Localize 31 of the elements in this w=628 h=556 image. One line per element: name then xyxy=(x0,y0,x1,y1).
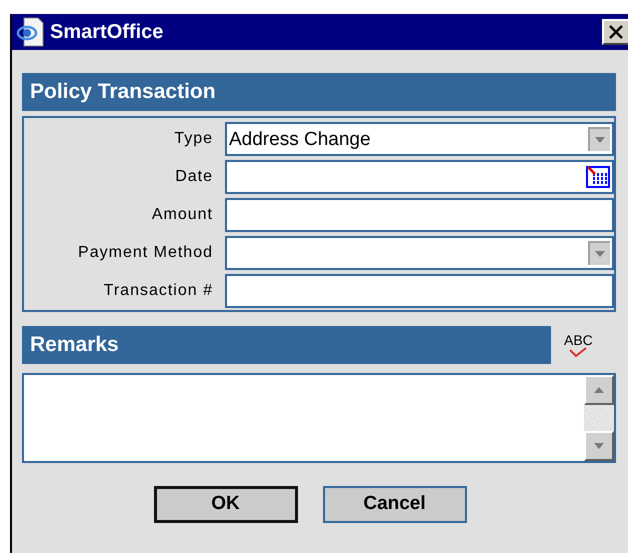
down-arrow-icon xyxy=(595,137,605,143)
dropdown-button[interactable] xyxy=(588,241,610,265)
down-arrow-icon xyxy=(595,251,605,257)
down-arrow-icon xyxy=(594,443,604,449)
close-button[interactable] xyxy=(602,19,628,45)
date-field[interactable] xyxy=(225,160,614,194)
dialog-button[interactable]: OK xyxy=(154,486,298,523)
dropdown-field[interactable] xyxy=(225,236,614,270)
calendar-icon[interactable] xyxy=(586,165,610,189)
dropdown-button[interactable] xyxy=(588,127,610,151)
input-field[interactable] xyxy=(225,198,614,232)
scroll-down-button[interactable] xyxy=(584,431,614,461)
app-icon xyxy=(16,17,44,47)
field-label: Payment Method xyxy=(77,243,214,263)
field-label: Amount xyxy=(150,205,214,225)
close-icon xyxy=(609,25,623,39)
scrollbar[interactable] xyxy=(584,375,614,461)
spellcheck-button[interactable]: ABC xyxy=(564,333,593,357)
section-title: Remarks xyxy=(30,332,119,358)
scroll-up-button[interactable] xyxy=(584,375,614,405)
window-title: SmartOffice xyxy=(50,20,164,45)
remarks-textarea[interactable] xyxy=(22,373,616,463)
section-title: Policy Transaction xyxy=(30,79,216,106)
field-label: Type xyxy=(173,129,214,149)
field-label: Date xyxy=(174,167,214,187)
checkmark-icon xyxy=(569,347,588,357)
up-arrow-icon xyxy=(594,387,604,393)
dropdown-field[interactable]: Address Change xyxy=(225,122,614,156)
dialog-button[interactable]: Cancel xyxy=(322,486,466,523)
field-label: Transaction # xyxy=(102,281,214,301)
input-field[interactable] xyxy=(225,274,614,308)
